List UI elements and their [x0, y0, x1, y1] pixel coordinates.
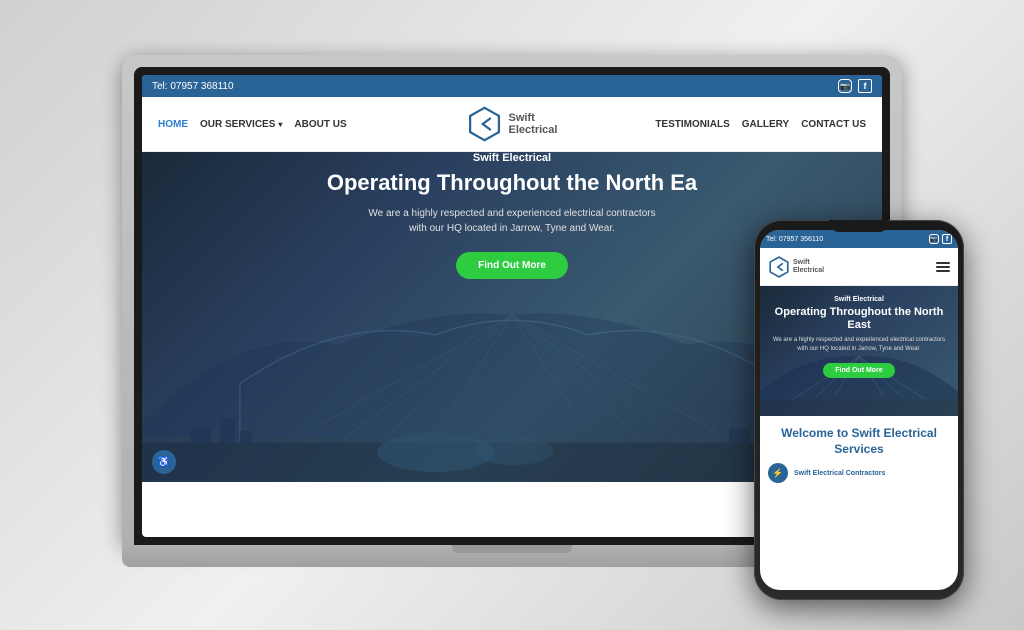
phone-hero-title: Operating Throughout the North East	[768, 306, 950, 332]
logo-text: Swift Electrical	[509, 112, 558, 136]
phone-hero: Swift Electrical Operating Throughout th…	[760, 286, 958, 416]
phone-topbar-phone: Tel: 07957 356110	[766, 236, 823, 243]
hero-title: Operating Throughout the North Ea	[182, 170, 842, 196]
phone-welcome-title: Welcome to Swift Electrical Services	[768, 426, 950, 457]
hamburger-line-1	[936, 262, 950, 264]
scene: Tel: 07957 368110 📷 f HOME OUR SERVICES …	[0, 0, 1024, 630]
phone-logo: Swift Electrical	[768, 256, 824, 278]
site-header: HOME OUR SERVICES ABOUT US Swift E	[142, 97, 882, 152]
phone-logo-text: Swift Electrical	[793, 259, 824, 274]
phone-device: Tel: 07957 356110 📷 f Swift	[754, 220, 964, 600]
phone-logo-name: Swift	[793, 259, 824, 267]
nav-about-us[interactable]: ABOUT US	[294, 119, 346, 130]
hamburger-line-3	[936, 270, 950, 272]
nav-gallery[interactable]: GALLERY	[742, 119, 789, 130]
nav-left: HOME OUR SERVICES ABOUT US	[158, 119, 347, 130]
phone-hero-cta[interactable]: Find Out More	[823, 363, 894, 378]
hero-cta-button[interactable]: Find Out More	[456, 252, 568, 279]
phone-welcome-section: Welcome to Swift Electrical Services ⚡ S…	[760, 416, 958, 499]
instagram-icon[interactable]: 📷	[838, 79, 852, 93]
site-logo: Swift Electrical	[467, 106, 558, 142]
topbar-social-icons: 📷 f	[838, 79, 872, 93]
phone-logo-subtitle: Electrical	[793, 267, 824, 275]
logo-name: Swift	[509, 112, 558, 124]
nav-home[interactable]: HOME	[158, 119, 188, 130]
hero-description: We are a highly respected and experience…	[182, 206, 842, 236]
phone-logo-svg	[768, 256, 790, 278]
phone-header: Swift Electrical	[760, 248, 958, 286]
phone-hero-desc: We are a highly respected and experience…	[768, 336, 950, 353]
topbar-phone: Tel: 07957 368110	[152, 81, 234, 92]
nav-testimonials[interactable]: TESTIMONIALS	[655, 119, 729, 130]
hamburger-line-2	[936, 266, 950, 268]
site-topbar: Tel: 07957 368110 📷 f	[142, 75, 882, 97]
hero-subtitle: Swift Electrical	[182, 152, 842, 164]
phone-screen: Tel: 07957 356110 📷 f Swift	[760, 230, 958, 590]
nav-our-services[interactable]: OUR SERVICES	[200, 119, 282, 130]
phone-welcome-divider: ⚡ Swift Electrical Contractors	[768, 463, 950, 483]
phone-welcome-text: Swift Electrical Contractors	[794, 470, 885, 477]
phone-hero-content: Swift Electrical Operating Throughout th…	[760, 286, 958, 388]
accessibility-button[interactable]: ♿	[152, 450, 176, 474]
logo-icon-svg	[467, 106, 503, 142]
phone-hero-subtitle: Swift Electrical	[768, 296, 950, 303]
phone-topbar: Tel: 07957 356110 📷 f	[760, 230, 958, 248]
logo-subtitle: Electrical	[509, 124, 558, 136]
nav-right: TESTIMONIALS GALLERY CONTACT US	[655, 119, 866, 130]
facebook-icon[interactable]: f	[858, 79, 872, 93]
hamburger-menu[interactable]	[936, 262, 950, 272]
phone-topbar-icons: 📷 f	[929, 234, 952, 244]
phone-facebook-icon[interactable]: f	[942, 234, 952, 244]
phone-welcome-icon: ⚡	[768, 463, 788, 483]
nav-contact-us[interactable]: CONTACT US	[801, 119, 866, 130]
phone-notch	[829, 220, 889, 232]
phone-outer: Tel: 07957 356110 📷 f Swift	[754, 220, 964, 600]
phone-instagram-icon[interactable]: 📷	[929, 234, 939, 244]
